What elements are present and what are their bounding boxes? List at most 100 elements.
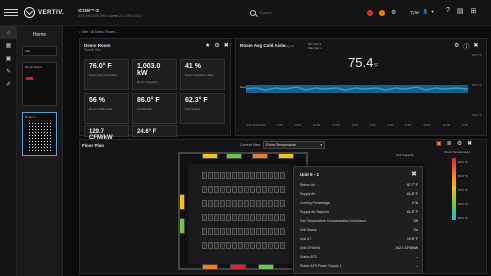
logo-text: VERTIV. xyxy=(38,9,65,16)
detail-key: Cooling Percentage xyxy=(300,201,330,205)
reports-icon[interactable]: ✎ xyxy=(0,65,17,78)
site-thumbnail-label: Site xyxy=(25,49,31,53)
view-label: Current View xyxy=(240,143,261,147)
gear-icon[interactable]: ⚙ xyxy=(454,42,459,51)
cooling-unit[interactable] xyxy=(226,153,242,159)
metric-tile[interactable]: 62.3° F Unit Supply xyxy=(180,93,225,124)
cooling-unit[interactable] xyxy=(258,264,274,270)
view-dropdown[interactable]: Room Temperature ▾ xyxy=(263,141,326,149)
home-icon[interactable]: ⌂ xyxy=(0,26,17,39)
max-label: Max Get 1 xyxy=(308,46,322,50)
detail-key: Supply Air Setpoint xyxy=(300,210,329,214)
cold-aisle-card: Room Avg Cold Aisle Day 1d Min Get 1 Max… xyxy=(235,38,487,136)
top-actions: ? ▤ ⊞ xyxy=(446,7,476,15)
detail-value: 87.7° F xyxy=(407,183,418,187)
detail-value: – xyxy=(416,264,418,268)
metric-tile[interactable]: 41 % Room Capacity Used xyxy=(180,59,225,90)
detail-value: 61.8° F xyxy=(407,210,418,214)
metric-label: Unit Return xyxy=(137,107,153,111)
metric-tile[interactable]: 76.0° F Room Avg Cold Aisle xyxy=(84,59,129,90)
rack-row xyxy=(202,186,285,193)
close-icon[interactable]: ✖ xyxy=(467,140,472,147)
star-icon[interactable]: ★ xyxy=(205,42,210,49)
x-tick: 6:00 xyxy=(277,123,283,127)
detail-row: Unit ΔT 19.8° F xyxy=(300,237,418,241)
detail-row: Unit Status On xyxy=(300,228,418,232)
site-thumbnail[interactable]: Site xyxy=(22,46,57,56)
metric-tile[interactable]: 129.7 CFM/kW xyxy=(84,125,129,141)
user-icon: 👤 xyxy=(422,9,429,14)
metric-tile[interactable]: 56 % Room CFM Used xyxy=(84,93,129,124)
gear-icon[interactable]: ⚙ xyxy=(457,140,462,147)
metric-value: 76.0° F xyxy=(89,63,112,70)
y-tick-low: 60.0 °F xyxy=(472,113,482,117)
search-input[interactable] xyxy=(259,10,329,15)
user-name: Tyler xyxy=(410,9,420,15)
search-box[interactable] xyxy=(250,7,340,18)
top-bar: VERTIV. ICOM™-S XXX.XXX.XXX.XXX • Admin … xyxy=(0,0,491,26)
critical-alarm-icon[interactable] xyxy=(367,9,373,16)
metric-value: 86.0° F xyxy=(137,97,160,104)
alarm-indicators[interactable]: ⚙ xyxy=(367,9,396,16)
legend-title: Room Temperature xyxy=(444,150,470,154)
current-value-unit: °F xyxy=(373,63,379,69)
detail-value: – xyxy=(416,255,418,259)
cooling-unit[interactable] xyxy=(179,218,185,234)
tools-icon[interactable]: ✐ xyxy=(0,78,17,91)
room1-thumbnail[interactable]: Room 1 xyxy=(22,112,57,156)
info-icon[interactable]: ⓘ xyxy=(463,42,469,51)
cold-aisle-title: Room Avg Cold Aisle xyxy=(240,43,286,48)
close-icon[interactable]: ✖ xyxy=(473,42,478,51)
detail-value: On xyxy=(413,228,418,232)
metric-value: 62.3° F xyxy=(185,97,208,104)
site-info: ICOM™-S XXX.XXX.XXX.XXX • Admin 2.1 • FW… xyxy=(78,8,142,18)
metric-label: Room Capacity xyxy=(137,80,158,84)
legend-tick: 90.0 °F xyxy=(458,160,468,164)
cooling-unit[interactable] xyxy=(179,194,185,210)
metric-value: 24.6° F xyxy=(137,129,157,135)
metric-tile[interactable]: 1,003.0 kW Room Capacity xyxy=(132,59,177,90)
devices-icon[interactable]: ▣ xyxy=(0,52,17,65)
help-icon[interactable]: ? xyxy=(446,7,450,15)
cooling-unit[interactable] xyxy=(252,153,268,159)
metric-tile[interactable]: 86.0° F Unit Return xyxy=(132,93,177,124)
detail-row: Cooling Percentage 0 % xyxy=(300,201,418,205)
close-icon[interactable]: ✖ xyxy=(411,170,417,178)
unit-capacity-legend: Unit Capacity xyxy=(396,153,414,157)
breadcrumb[interactable]: ⌂ Site / ⊞ Demo Room ⌄ xyxy=(79,30,119,34)
detail-key: Unit Status xyxy=(300,228,317,232)
export-icon[interactable]: ▣ xyxy=(436,140,442,147)
detail-key: Supply Air xyxy=(300,192,316,196)
warning-alarm-icon[interactable] xyxy=(379,9,385,16)
dashboard-icon[interactable]: ⊞ xyxy=(471,7,477,15)
x-tick: 4:00 xyxy=(369,123,376,127)
menu-icon[interactable] xyxy=(4,9,18,16)
notifications-icon[interactable]: ▤ xyxy=(457,7,464,15)
cooling-unit[interactable] xyxy=(202,264,218,270)
settings-icon[interactable]: ⚙ xyxy=(391,9,396,16)
legend-tick: 50.0 °F xyxy=(458,216,468,220)
demo-room-thumbnail-label: Demo Room xyxy=(25,65,42,69)
close-icon[interactable]: ✖ xyxy=(224,42,229,49)
detail-row: Status ATS Power Supply 1 – xyxy=(300,264,418,268)
detail-row: Return Air 87.7° F xyxy=(300,183,418,187)
legend-gradient xyxy=(452,158,456,220)
demo-room-thumbnail[interactable]: Demo Room xyxy=(22,62,57,106)
current-value: 75.4°F xyxy=(348,55,378,70)
x-tick: 6:00 xyxy=(387,123,394,127)
user-menu[interactable]: Tyler 👤 ▾ xyxy=(410,9,434,15)
detail-row: Supply Air Setpoint 61.8° F xyxy=(300,210,418,214)
detail-row: Supply Air 61.8° F xyxy=(300,192,418,196)
range-selector[interactable]: Day 1d xyxy=(284,44,294,48)
cooling-unit[interactable] xyxy=(202,153,218,159)
floor-plan-map[interactable] xyxy=(178,152,308,270)
metric-tile[interactable]: 24.6° F xyxy=(132,125,177,137)
floor-plan-title: Floor Plan xyxy=(82,143,105,148)
cooling-unit[interactable] xyxy=(278,153,294,159)
layers-icon[interactable]: ≣ xyxy=(447,140,452,147)
cooling-unit[interactable] xyxy=(230,264,246,270)
building-icon[interactable]: ▦ xyxy=(0,39,17,52)
gear-icon[interactable]: ⚙ xyxy=(214,42,219,49)
demo-room-card: Demo Room Parent: Site ★ ⚙ ✖ 76.0° F Roo… xyxy=(79,38,231,141)
cold-aisle-chart xyxy=(246,85,468,93)
